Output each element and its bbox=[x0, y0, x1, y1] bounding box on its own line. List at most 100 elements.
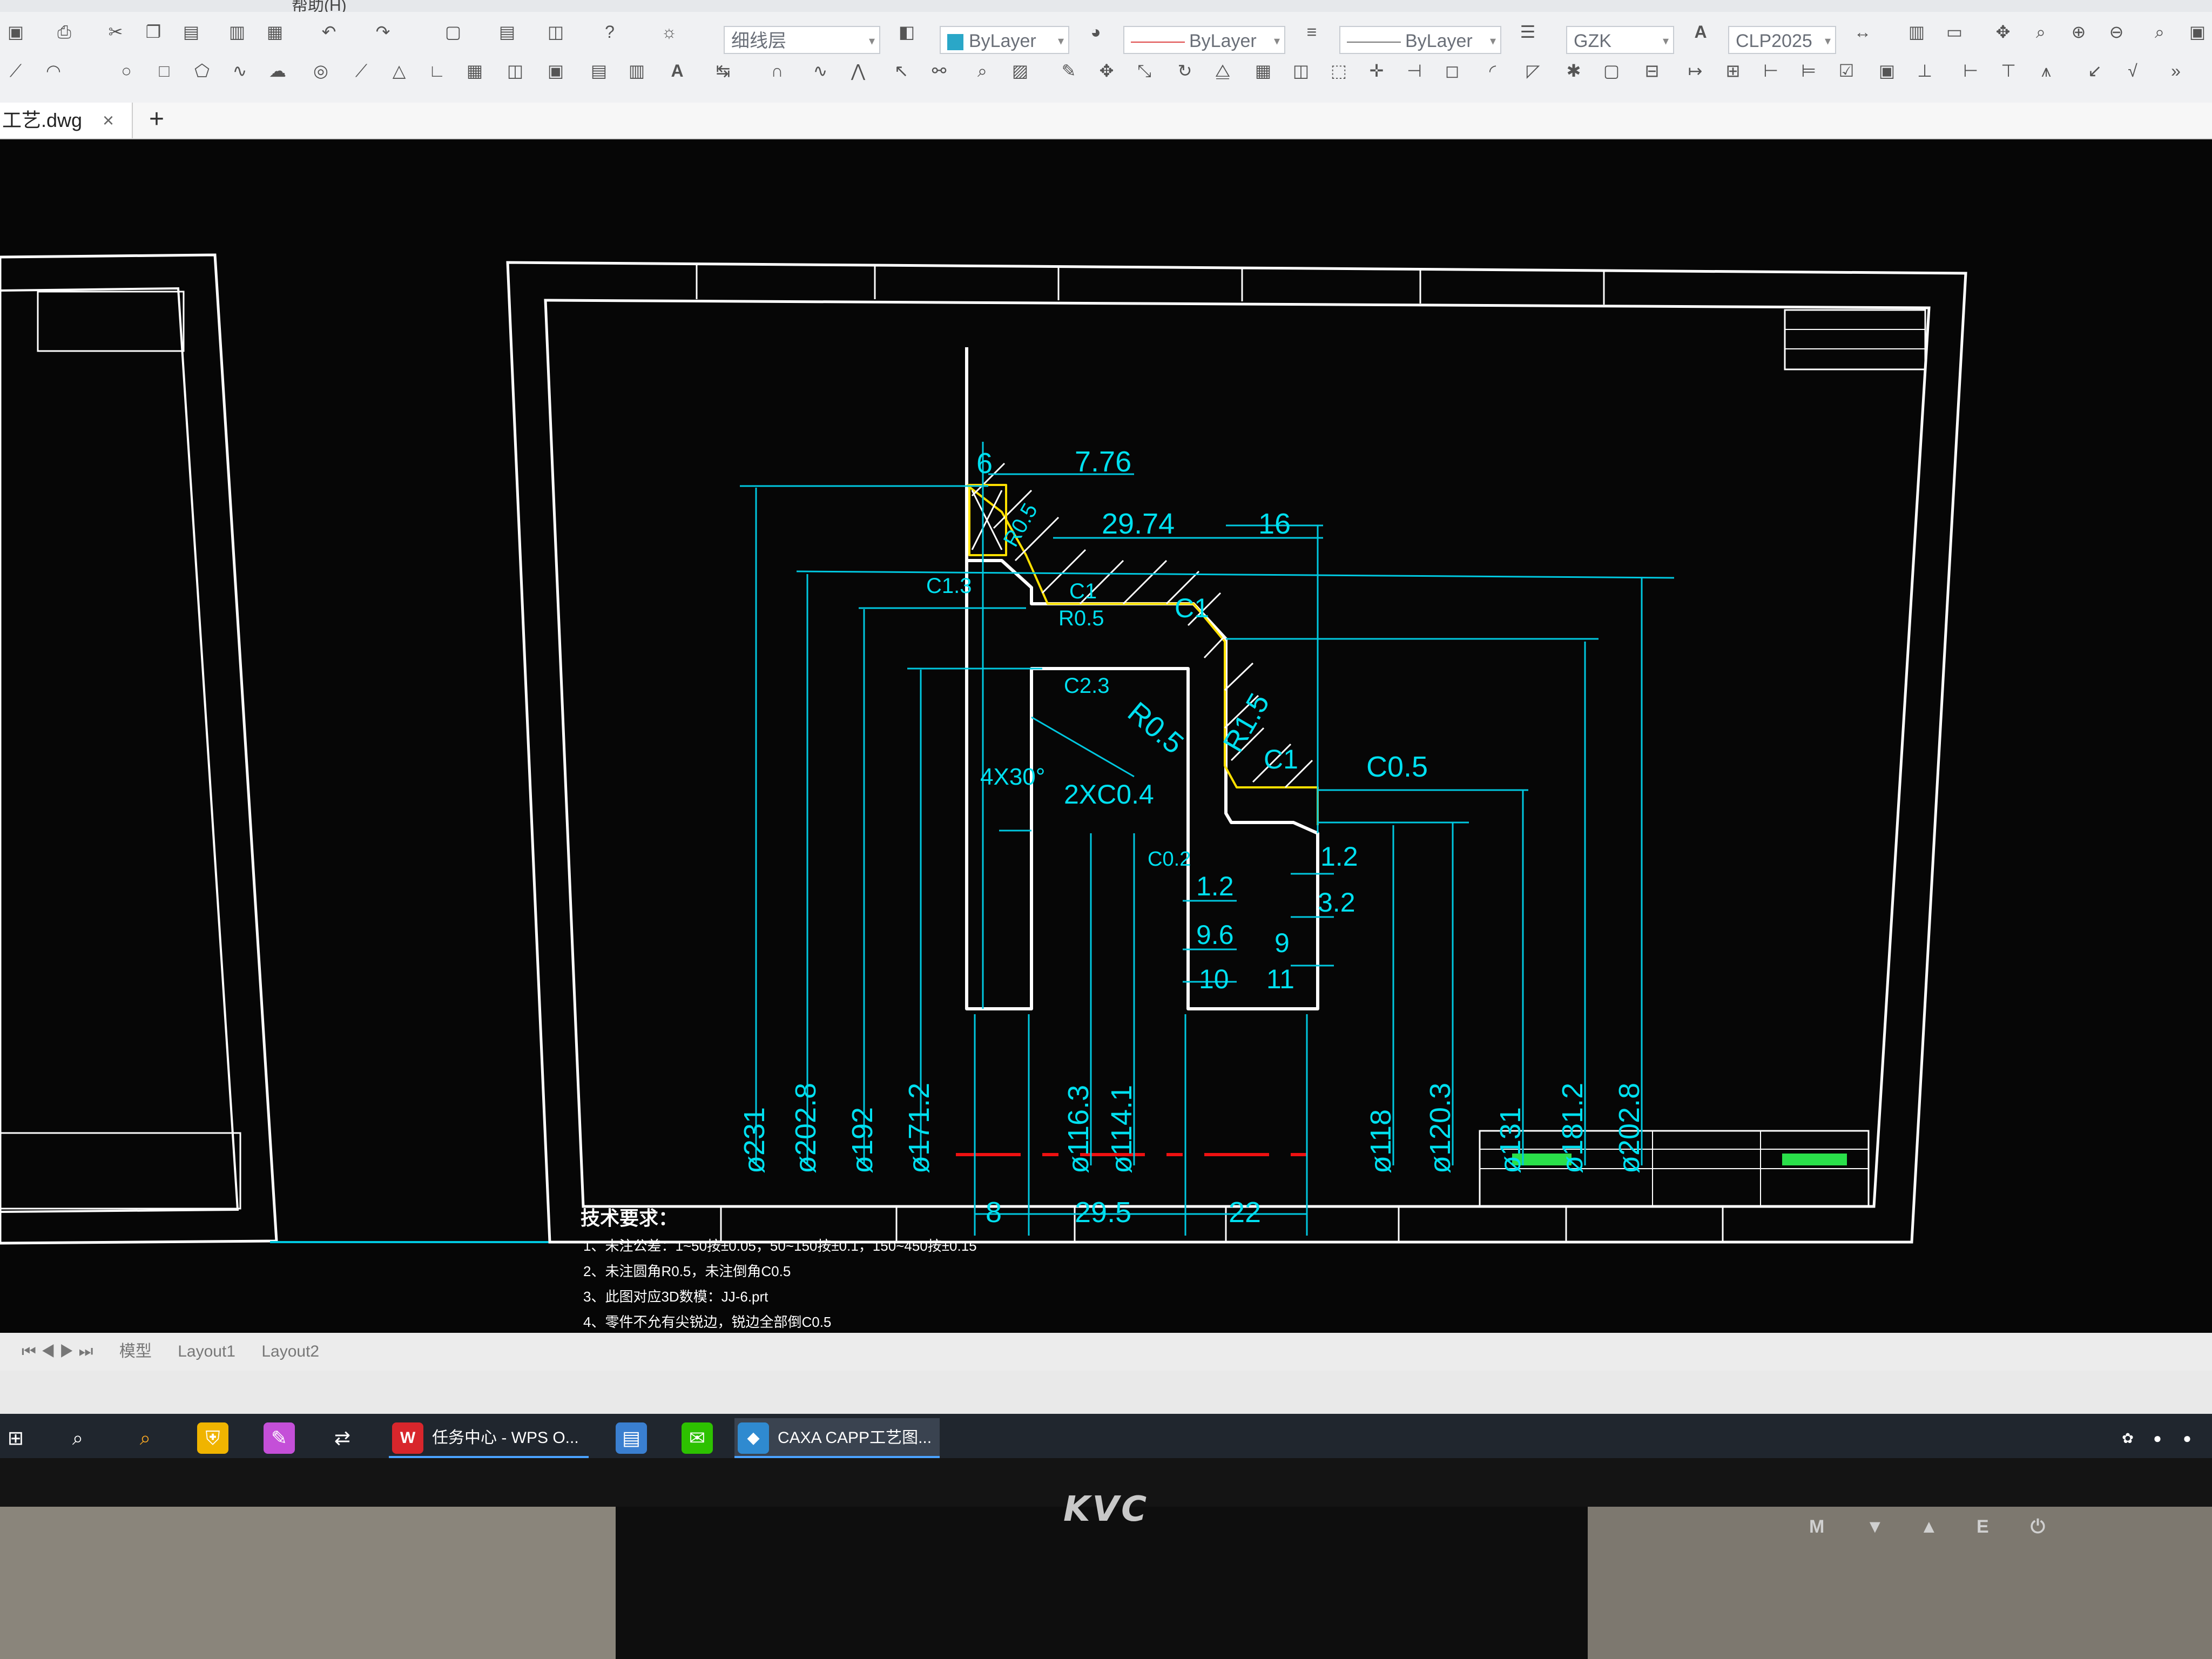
dim-vertical-icon[interactable]: ⊤ bbox=[1998, 60, 2019, 81]
dim-icon[interactable]: ↹ bbox=[713, 60, 733, 81]
hatch-icon[interactable]: ▦ bbox=[464, 60, 485, 81]
wave-icon[interactable]: ∿ bbox=[810, 60, 831, 81]
rotate-icon[interactable]: ↻ bbox=[1175, 60, 1195, 81]
chamfer-icon[interactable]: ◸ bbox=[1523, 60, 1543, 81]
pan-icon[interactable]: ✥ bbox=[1993, 22, 2013, 42]
offset-icon[interactable]: ◫ bbox=[1291, 60, 1311, 81]
linetype-icon[interactable]: ≡ bbox=[1301, 22, 1322, 42]
monitor-menu-button[interactable]: M bbox=[1809, 1516, 1824, 1537]
block-icon[interactable]: ◫ bbox=[505, 60, 525, 81]
clipboard-icon[interactable]: ▥ bbox=[227, 22, 247, 42]
text-icon[interactable]: A bbox=[667, 60, 687, 81]
paste-icon[interactable]: ▤ bbox=[181, 22, 201, 42]
lengthen-icon[interactable]: ↦ bbox=[1685, 60, 1705, 81]
layer-combo[interactable]: 细线层 ▾ bbox=[724, 26, 880, 54]
dim-style-icon[interactable]: ↔ bbox=[1852, 22, 1873, 42]
new-tab-button[interactable]: + bbox=[140, 103, 173, 136]
redo-icon[interactable]: ↷ bbox=[373, 22, 393, 42]
join-icon[interactable]: ▢ bbox=[1601, 60, 1622, 81]
monitor-up-button[interactable]: ▲ bbox=[1920, 1516, 1938, 1537]
pencil-icon[interactable]: ✎ bbox=[1058, 60, 1079, 81]
layout-tab-model[interactable]: 模型 bbox=[119, 1343, 152, 1360]
trim-icon[interactable]: ✛ bbox=[1366, 60, 1387, 81]
explode-icon[interactable]: ✱ bbox=[1563, 60, 1584, 81]
mirror-icon[interactable]: ⧋ bbox=[1212, 60, 1233, 81]
dim-check-icon[interactable]: ☑ bbox=[1836, 60, 1857, 81]
table-icon[interactable]: ▤ bbox=[497, 22, 517, 42]
cut-icon[interactable]: ✂ bbox=[105, 22, 126, 42]
save-icon[interactable]: ▣ bbox=[5, 22, 26, 42]
color-combo[interactable]: ByLayer ▾ bbox=[940, 26, 1069, 54]
security-shield-icon[interactable]: ⛨ bbox=[197, 1422, 228, 1454]
zoom-window-icon[interactable]: ⌕ bbox=[2031, 22, 2051, 42]
layer-state-icon[interactable]: ◧ bbox=[896, 22, 917, 42]
windows-start-icon[interactable]: ⊞ bbox=[0, 1422, 31, 1454]
search-icon[interactable]: ⌕ bbox=[62, 1422, 93, 1454]
polygon-icon[interactable]: ⬠ bbox=[192, 60, 212, 81]
dim-horizontal-icon[interactable]: ⊢ bbox=[1960, 60, 1981, 81]
align-icon[interactable]: ⊟ bbox=[1642, 60, 1662, 81]
more-icon[interactable]: » bbox=[2166, 60, 2186, 81]
arc-icon[interactable]: ◠ bbox=[43, 60, 64, 81]
monitor-down-button[interactable]: ▼ bbox=[1866, 1516, 1884, 1537]
zoom-out-icon[interactable]: ⊖ bbox=[2106, 22, 2127, 42]
dimstyle-combo[interactable]: CLP2025 ▾ bbox=[1728, 26, 1836, 54]
properties-icon[interactable]: ▥ bbox=[1906, 22, 1927, 42]
search-tool-icon[interactable]: ⌕ bbox=[130, 1422, 161, 1454]
stretch-icon[interactable]: ⬚ bbox=[1328, 60, 1349, 81]
cloud-icon[interactable]: ☁ bbox=[267, 60, 288, 81]
fillet-icon[interactable]: ◜ bbox=[1482, 60, 1503, 81]
datum-icon[interactable]: ⊥ bbox=[1914, 60, 1935, 81]
move-icon[interactable]: ✥ bbox=[1096, 60, 1117, 81]
bulb-icon[interactable]: ☼ bbox=[659, 22, 679, 42]
extend-icon[interactable]: ⊣ bbox=[1404, 60, 1425, 81]
zoom-extents-icon[interactable]: ▣ bbox=[2187, 22, 2208, 42]
text-style-icon[interactable]: A bbox=[1690, 22, 1711, 42]
spline-icon[interactable]: ∿ bbox=[230, 60, 250, 81]
zoom-in-icon[interactable]: ⊕ bbox=[2068, 22, 2089, 42]
array-icon[interactable]: ▦ bbox=[1253, 60, 1273, 81]
copy-icon[interactable]: ❐ bbox=[143, 22, 164, 42]
break-icon[interactable]: ⋀ bbox=[848, 60, 868, 81]
linetype-combo[interactable]: ByLayer ▾ bbox=[1123, 26, 1285, 54]
break-at-icon[interactable]: ◻ bbox=[1442, 60, 1462, 81]
taskbar-app-wps[interactable]: W 任务中心 - WPS O... bbox=[389, 1418, 589, 1458]
zoom-all-icon[interactable]: ⌕ bbox=[2149, 22, 2170, 42]
drawing-canvas[interactable]: 6 7.76 29.74 16 C1.3 C1 R0.5 R0.5 C1 C2.… bbox=[0, 139, 2212, 1333]
menu-item-help[interactable]: 帮助(H) bbox=[292, 0, 347, 12]
textstyle-combo[interactable]: GZK ▾ bbox=[1566, 26, 1674, 54]
group-icon[interactable]: ⚯ bbox=[929, 60, 949, 81]
pick-icon[interactable]: ↖ bbox=[891, 60, 912, 81]
ray-icon[interactable]: ⟋ bbox=[351, 60, 372, 81]
layout-tab-layout2[interactable]: Layout2 bbox=[261, 1343, 319, 1360]
tray-icon[interactable]: ✿ bbox=[2117, 1422, 2139, 1454]
help-icon[interactable]: ? bbox=[599, 22, 620, 42]
donut-icon[interactable]: ◎ bbox=[311, 60, 331, 81]
dim-linear-icon[interactable]: ⊢ bbox=[1761, 60, 1781, 81]
undo-icon[interactable]: ↶ bbox=[319, 22, 339, 42]
leader-icon[interactable]: ↙ bbox=[2085, 60, 2105, 81]
color-wheel-icon[interactable]: ◕ bbox=[1085, 22, 1106, 42]
table-edit-icon[interactable]: ▥ bbox=[626, 60, 647, 81]
tolerance-icon[interactable]: ▣ bbox=[1877, 60, 1897, 81]
snap-icon[interactable]: ∩ bbox=[767, 60, 787, 81]
match-properties-icon[interactable]: ▭ bbox=[1944, 22, 1965, 42]
new-sheet-icon[interactable]: ▢ bbox=[443, 22, 463, 42]
surface-finish-icon[interactable]: √ bbox=[2122, 60, 2143, 81]
line-icon[interactable]: ⟋ bbox=[5, 60, 26, 81]
measure-icon[interactable]: ▨ bbox=[1010, 60, 1030, 81]
wechat-icon[interactable]: ✉ bbox=[682, 1422, 713, 1454]
circle-icon[interactable]: ○ bbox=[116, 60, 137, 81]
grip-icon[interactable]: ⊞ bbox=[1723, 60, 1743, 81]
pinned-app-icon[interactable]: ▤ bbox=[616, 1422, 647, 1454]
layout-tab-layout1[interactable]: Layout1 bbox=[178, 1343, 235, 1360]
lineweight-icon[interactable]: ☰ bbox=[1518, 22, 1538, 42]
tray-icon-2[interactable]: ● bbox=[2147, 1422, 2168, 1454]
monitor-exit-button[interactable]: E bbox=[1977, 1516, 1989, 1537]
app-icon[interactable]: ✎ bbox=[264, 1422, 295, 1454]
find-icon[interactable]: ⌕ bbox=[972, 60, 993, 81]
triangle-icon[interactable]: △ bbox=[389, 60, 409, 81]
weld-icon[interactable]: ⩚ bbox=[2036, 60, 2056, 81]
table-insert-icon[interactable]: ▤ bbox=[589, 60, 609, 81]
taskbar-app-caxa[interactable]: ◆ CAXA CAPP工艺图... bbox=[734, 1418, 940, 1458]
